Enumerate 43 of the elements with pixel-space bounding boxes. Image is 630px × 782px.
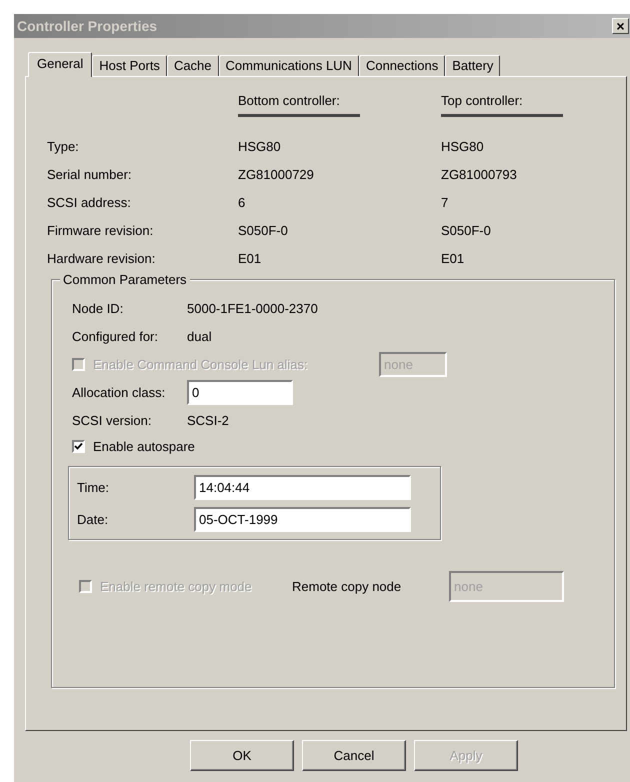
field-label: Configured for: (72, 328, 159, 344)
input-field[interactable]: 05-OCT-1999 (194, 507, 411, 532)
window-title: Controller Properties (17, 18, 158, 34)
field-value: E01 (238, 250, 262, 267)
field-value: 7 (441, 194, 450, 211)
field-value: E01 (441, 250, 466, 267)
tab[interactable]: Connections (358, 55, 446, 76)
input-field[interactable]: 14:04:44 (194, 475, 411, 500)
field-value: HSG80 (441, 138, 485, 155)
field-label: Hardware revision: (47, 250, 156, 267)
field-value: HSG80 (238, 138, 282, 155)
tab[interactable]: General (28, 52, 92, 77)
close-button[interactable]: × (612, 18, 629, 34)
group-title: Common Parameters (60, 272, 190, 287)
field-label: Remote copy node (292, 578, 402, 594)
field-label: Time: (77, 480, 110, 495)
dialog-button[interactable]: OK (190, 740, 294, 771)
field-label: Allocation class: (72, 384, 166, 400)
field-label: SCSI version: (72, 412, 152, 428)
field-value: S050F-0 (441, 222, 492, 239)
field-label: Type: (47, 138, 80, 155)
field-label: Serial number: (47, 166, 133, 183)
dialog-button[interactable]: Cancel (302, 740, 406, 771)
field-value: dual (187, 328, 212, 344)
input-field[interactable]: 0 (187, 380, 293, 404)
column-header: Top controller: (441, 93, 563, 117)
column-header: Bottom controller: (238, 93, 360, 117)
field-label: Node ID: (72, 300, 124, 316)
field-value: SCSI-2 (187, 412, 229, 428)
field-value: S050F-0 (238, 222, 289, 239)
tab[interactable]: Cache (166, 55, 219, 76)
tab[interactable]: Host Ports (92, 55, 167, 76)
tab[interactable]: Battery (445, 55, 500, 76)
field-value: 6 (238, 194, 246, 211)
field-label: SCSI address: (47, 194, 132, 211)
checkbox-label: Enable autospare (93, 438, 195, 454)
field-value: ZG81000793 (441, 166, 518, 183)
field-value: 5000-1FE1-0000-2370 (187, 300, 318, 316)
field-label: Firmware revision: (47, 222, 154, 239)
field-value: ZG81000729 (238, 166, 315, 183)
tab[interactable]: Communications LUN (218, 55, 359, 76)
checkbox[interactable] (72, 440, 85, 452)
field-label: Date: (77, 512, 110, 527)
